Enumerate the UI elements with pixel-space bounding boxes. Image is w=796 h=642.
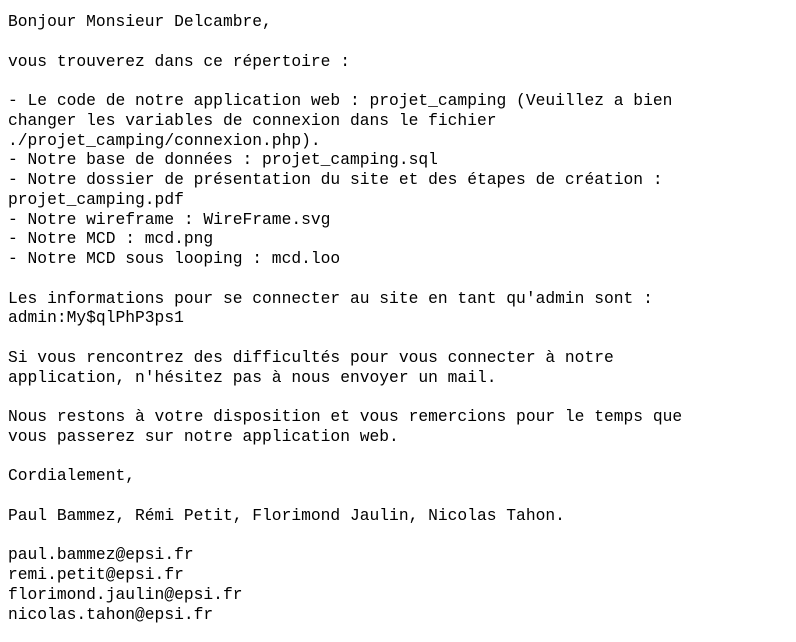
item-line: - Notre base de données : projet_camping… [8,150,438,170]
email-line: florimond.jaulin@epsi.fr [8,584,243,604]
closing-line: Cordialement, [8,466,136,486]
item-line: - Notre dossier de présentation du site … [8,170,663,189]
intro-line: vous trouverez dans ce répertoire : [8,51,350,71]
item-line: - Notre MCD sous looping : mcd.loo [8,249,341,268]
email-line: nicolas.tahon@epsi.fr [8,604,214,624]
item-line: - Notre MCD : mcd.png [8,229,214,249]
admin-credentials-line: admin:My$qlPhP3ps1 [8,308,184,328]
signature-line: Paul Bammez, Rémi Petit, Florimond Jauli… [8,505,565,525]
greeting-line: Bonjour Monsieur Delcambre, [8,12,272,31]
thanks-line: vous passerez sur notre application web. [8,426,399,446]
item-line: - Le code de notre application web : pro… [8,91,673,110]
text-document: Bonjour Monsieur Delcambre, vous trouver… [0,0,796,642]
item-line: changer les variables de connexion dans … [8,110,497,130]
email-line: remi.petit@epsi.fr [8,565,184,584]
item-line: - Notre wireframe : WireFrame.svg [8,209,331,229]
item-line: ./projet_camping/connexion.php). [8,130,321,150]
difficulties-line: Si vous rencontrez des difficultés pour … [8,347,614,367]
difficulties-line: application, n'hésitez pas à nous envoye… [8,367,497,387]
email-line: paul.bammez@epsi.fr [8,545,194,565]
admin-info-line: Les informations pour se connecter au si… [8,288,653,308]
item-line: projet_camping.pdf [8,189,184,209]
thanks-line: Nous restons à votre disposition et vous… [8,407,683,426]
